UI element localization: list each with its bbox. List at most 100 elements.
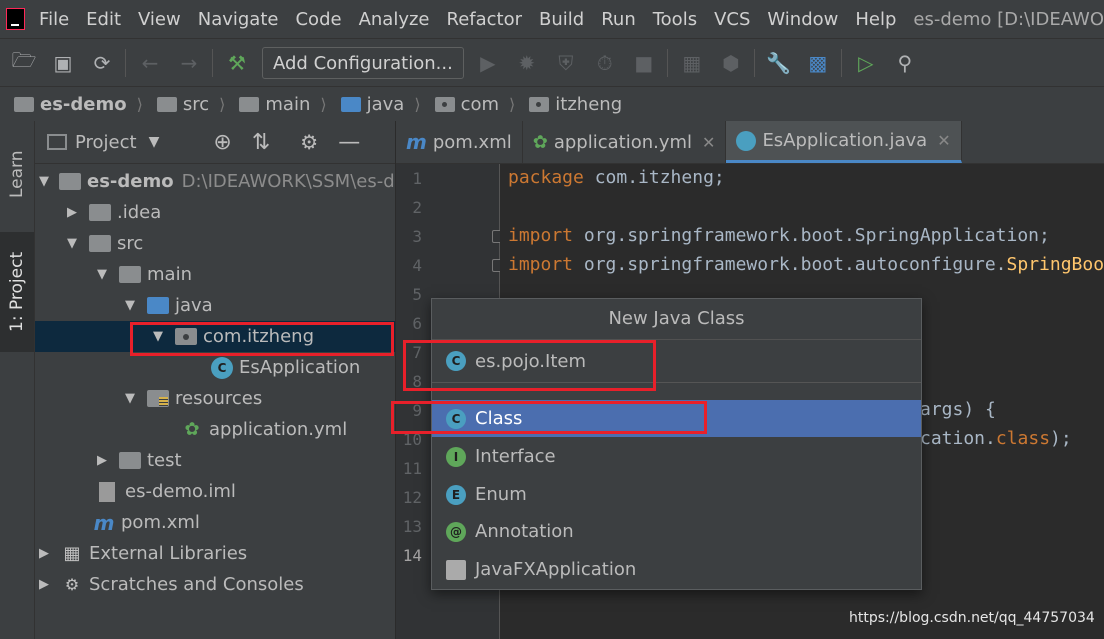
forward-arrow-icon[interactable]: →: [174, 48, 204, 78]
class-name-input[interactable]: C es.pojo.Item: [432, 340, 921, 382]
menu-window[interactable]: Window: [767, 9, 838, 30]
menu-file[interactable]: File: [39, 9, 69, 30]
breadcrumb-es-demo[interactable]: es-demo ⟩: [14, 94, 143, 115]
tab-application-yml[interactable]: ✿ application.yml ✕: [523, 121, 727, 163]
tree-item-com-itzheng[interactable]: ▼ com.itzheng: [35, 321, 395, 352]
search-icon[interactable]: ⚲: [890, 48, 920, 78]
menu-refactor[interactable]: Refactor: [447, 9, 523, 30]
new-java-class-dialog: New Java Class C es.pojo.Item C Class I …: [431, 298, 922, 590]
expanded-arrow-icon[interactable]: ▼: [123, 298, 137, 313]
build-hammer-icon[interactable]: ⚒: [222, 48, 252, 78]
tab-pom-xml[interactable]: m pom.xml: [396, 121, 523, 163]
presentation-mode-icon[interactable]: ▷: [851, 48, 881, 78]
tree-item-external-libraries[interactable]: ▶ ▦ External Libraries: [35, 538, 395, 569]
breadcrumb-itzheng[interactable]: itzheng: [529, 94, 622, 115]
menu-tools[interactable]: Tools: [653, 9, 697, 30]
close-icon[interactable]: ✕: [937, 131, 950, 150]
enum-icon: E: [446, 484, 466, 505]
tree-item-main[interactable]: ▼ main: [35, 259, 395, 290]
collapsed-arrow-icon[interactable]: ▶: [37, 577, 51, 592]
spring-yaml-icon: ✿: [532, 131, 548, 153]
build-artifacts-icon[interactable]: ⬢: [716, 48, 746, 78]
collapsed-arrow-icon[interactable]: ▶: [65, 205, 79, 220]
profile-icon[interactable]: ⏱: [590, 48, 620, 78]
settings-wrench-icon[interactable]: 🔧: [764, 48, 794, 78]
tree-item-java[interactable]: ▼ java: [35, 290, 395, 321]
kind-option-label: Enum: [475, 484, 527, 505]
tree-item-esapplication[interactable]: C EsApplication: [35, 352, 395, 383]
breadcrumb-java[interactable]: java ⟩: [340, 94, 421, 115]
collapse-all-icon[interactable]: ⇅: [252, 130, 270, 155]
tree-item-es-demo[interactable]: ▼ es-demo D:\IDEAWORK\SSM\es-der: [35, 166, 395, 197]
menu-build[interactable]: Build: [539, 9, 584, 30]
project-tool-tab[interactable]: 1: Project: [0, 232, 34, 352]
learn-tool-tab[interactable]: Learn: [0, 129, 34, 219]
tree-item-pom-xml[interactable]: m pom.xml: [35, 507, 395, 538]
run-icon[interactable]: ▶: [473, 48, 503, 78]
sync-icon[interactable]: ⟳: [87, 48, 117, 78]
hide-panel-icon[interactable]: —: [338, 130, 360, 155]
code-line-10-tail: cation.class);: [920, 428, 1072, 449]
add-configuration-button[interactable]: Add Configuration...: [262, 47, 464, 79]
breadcrumb-src[interactable]: src ⟩: [156, 94, 225, 115]
breadcrumb-com[interactable]: com ⟩: [434, 94, 515, 115]
tree-item-test[interactable]: ▶ test: [35, 445, 395, 476]
run-with-coverage-icon[interactable]: ⛨: [551, 48, 581, 78]
collapsed-arrow-icon[interactable]: ▶: [95, 453, 109, 468]
code-line-1: package com.itzheng;: [508, 167, 725, 188]
stop-icon[interactable]: ■: [629, 48, 659, 78]
kind-option-annotation[interactable]: @ Annotation: [432, 513, 921, 550]
collapsed-arrow-icon[interactable]: ▶: [37, 546, 51, 561]
menu-edit[interactable]: Edit: [86, 9, 121, 30]
close-icon[interactable]: ✕: [702, 133, 715, 152]
back-arrow-icon[interactable]: ←: [135, 48, 165, 78]
menu-run[interactable]: Run: [601, 9, 636, 30]
line-number: 10: [402, 430, 422, 449]
tree-item-label: main: [147, 264, 192, 285]
expanded-arrow-icon[interactable]: ▼: [151, 329, 165, 344]
kind-option-interface[interactable]: I Interface: [432, 438, 921, 475]
debug-icon[interactable]: ✹: [512, 48, 542, 78]
line-number: 6: [412, 314, 422, 333]
main-toolbar: 🗁 ▣ ⟳ ← → ⚒ Add Configuration... ▶ ✹ ⛨ ⏱…: [0, 38, 1104, 87]
gear-icon[interactable]: ⚙: [300, 130, 318, 154]
save-icon[interactable]: ▣: [48, 48, 78, 78]
toolbar-separator: [840, 49, 842, 77]
kind-option-class[interactable]: C Class: [432, 400, 921, 437]
tree-item-scratches[interactable]: ▶ ⚙ Scratches and Consoles: [35, 569, 395, 600]
tree-item-idea[interactable]: ▶ .idea: [35, 197, 395, 228]
chevron-down-icon[interactable]: ▼: [149, 134, 160, 150]
line-number: 3: [412, 227, 422, 246]
menu-help[interactable]: Help: [855, 9, 896, 30]
menu-code[interactable]: Code: [295, 9, 341, 30]
expanded-arrow-icon[interactable]: ▼: [95, 267, 109, 282]
menu-vcs[interactable]: VCS: [714, 9, 750, 30]
tree-item-application-yml[interactable]: ✿ application.yml: [35, 414, 395, 445]
tree-item-label: .idea: [117, 202, 162, 223]
breadcrumb-main[interactable]: main ⟩: [239, 94, 327, 115]
menu-analyze[interactable]: Analyze: [359, 9, 430, 30]
menu-navigate[interactable]: Navigate: [198, 9, 279, 30]
line-number: 8: [412, 372, 422, 391]
kind-option-javafx[interactable]: JavaFXApplication: [432, 551, 921, 588]
attach-debugger-icon[interactable]: ▦: [677, 48, 707, 78]
project-view-selector[interactable]: Project: [75, 132, 137, 153]
breadcrumb: es-demo ⟩ src ⟩ main ⟩ java ⟩ com ⟩ itzheng: [0, 86, 1104, 121]
tree-item-src[interactable]: ▼ src: [35, 228, 395, 259]
tab-esapplication-java[interactable]: EsApplication.java ✕: [726, 121, 962, 163]
tree-item-resources[interactable]: ▼ resources: [35, 383, 395, 414]
package-icon: [175, 328, 197, 345]
locate-file-icon[interactable]: ⊕: [213, 130, 231, 155]
open-folder-icon[interactable]: 🗁: [9, 48, 39, 78]
source-folder-icon: [147, 297, 169, 314]
maven-icon: m: [93, 510, 115, 535]
line-number: 2: [412, 198, 422, 217]
kind-option-enum[interactable]: E Enum: [432, 476, 921, 513]
menu-view[interactable]: View: [138, 9, 181, 30]
annotation-icon: @: [446, 521, 466, 542]
tree-item-es-demo-iml[interactable]: es-demo.iml: [35, 476, 395, 507]
expanded-arrow-icon[interactable]: ▼: [123, 391, 137, 406]
expanded-arrow-icon[interactable]: ▼: [39, 174, 49, 189]
project-structure-icon[interactable]: ▩: [803, 48, 833, 78]
expanded-arrow-icon[interactable]: ▼: [65, 236, 79, 251]
